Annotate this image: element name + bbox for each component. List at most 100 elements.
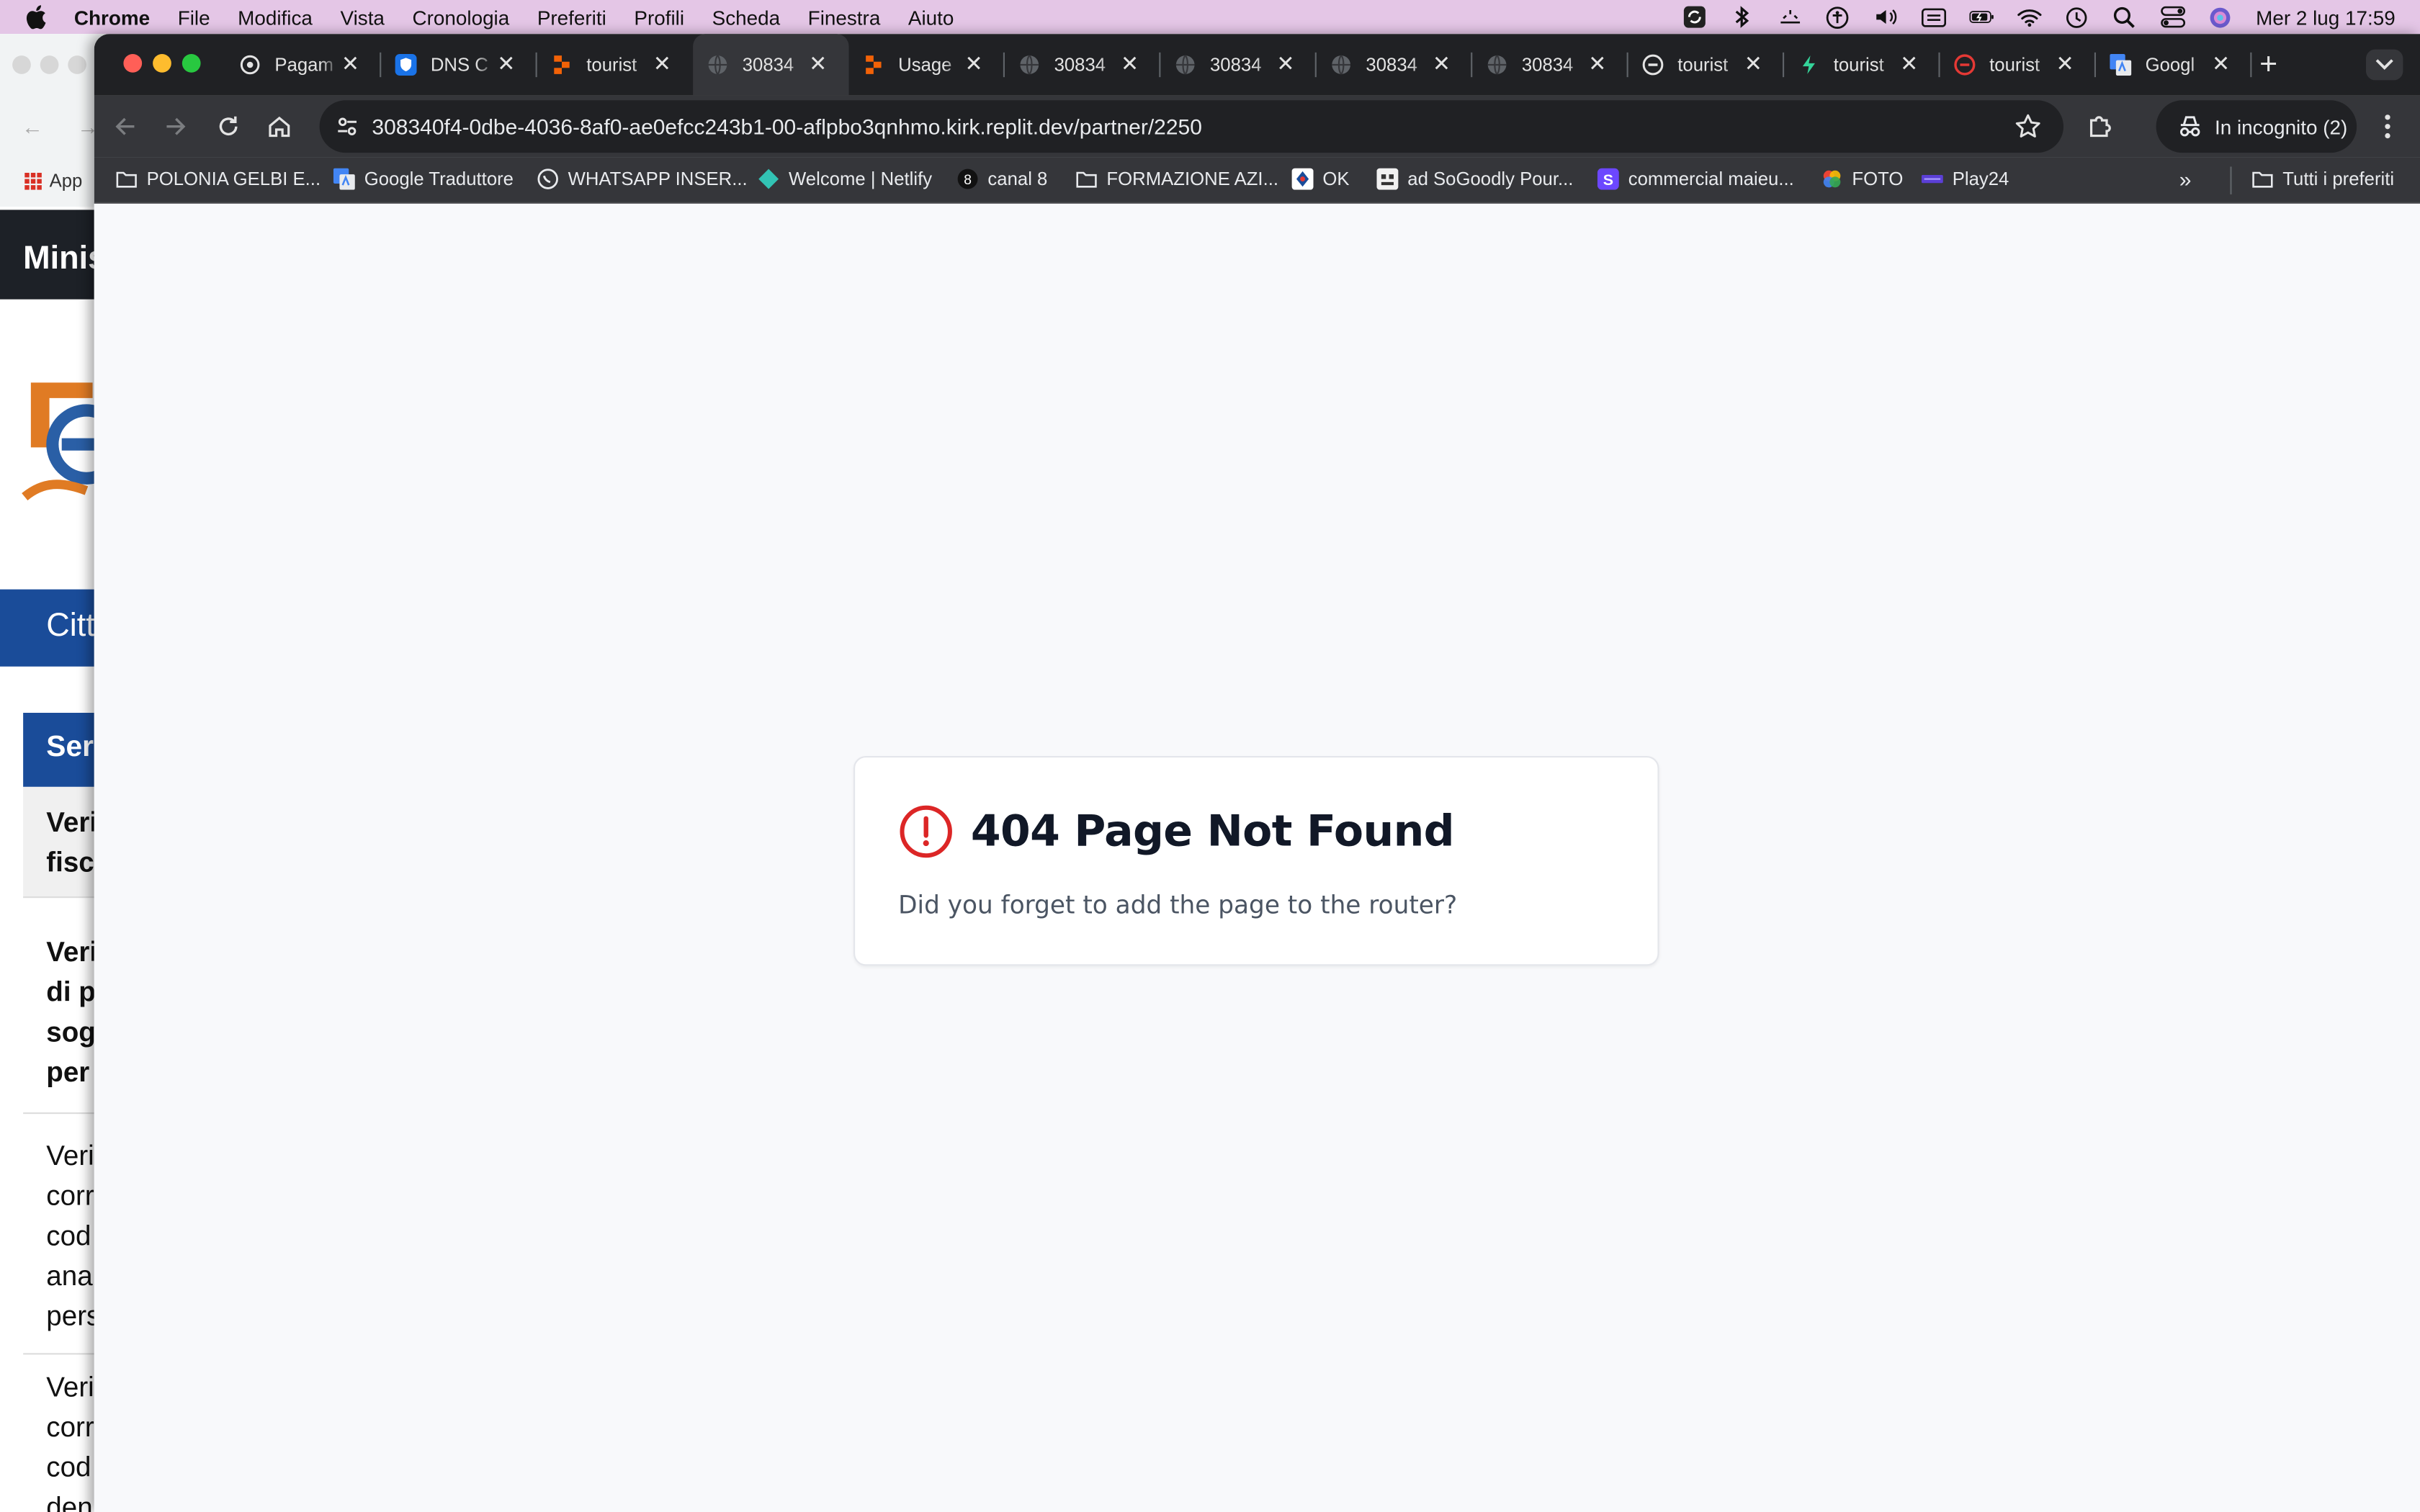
incognito-profile-button[interactable]: In incognito (2): [2156, 100, 2357, 153]
tab[interactable]: tourist ✕: [1784, 34, 1940, 96]
error-message: Did you forget to add the page to the ro…: [898, 890, 1458, 920]
menu-file[interactable]: File: [178, 6, 210, 29]
tab[interactable]: 30834 ✕: [1317, 34, 1473, 96]
close-tab-icon[interactable]: ✕: [1587, 53, 1608, 74]
close-tab-icon[interactable]: ✕: [807, 53, 829, 74]
close-tab-icon[interactable]: ✕: [339, 53, 361, 74]
url-text[interactable]: 308340f4-0dbe-4036-8af0-ae0efcc243b1-00-…: [372, 114, 1201, 139]
chrome-menu-button[interactable]: [2372, 111, 2403, 142]
address-bar[interactable]: 308340f4-0dbe-4036-8af0-ae0efcc243b1-00-…: [319, 100, 2064, 153]
tab[interactable]: Googl ✕: [2096, 34, 2252, 96]
minimize-window-button[interactable]: [153, 54, 171, 73]
reload-button[interactable]: [213, 111, 244, 142]
weather-icon[interactable]: [1778, 4, 1802, 29]
spotlight-search-icon[interactable]: [2112, 4, 2137, 29]
forward-button[interactable]: [161, 111, 192, 142]
close-tab-icon[interactable]: ✕: [496, 53, 517, 74]
menu-app-name[interactable]: Chrome: [74, 6, 150, 29]
bookmark-item[interactable]: 8 canal 8: [957, 168, 1048, 190]
control-center-icon[interactable]: [2160, 4, 2185, 29]
wifi-icon[interactable]: [2017, 4, 2041, 29]
menubar-clock[interactable]: Mer 2 lug 17:59: [2256, 6, 2396, 29]
page-content: 404 Page Not Found Did you forget to add…: [94, 203, 2420, 1512]
background-browser-window[interactable]: ← → App Minis Citt Ser Veri fisc Veri di …: [0, 34, 108, 1512]
close-tab-icon[interactable]: ✕: [651, 53, 673, 74]
back-button[interactable]: [109, 111, 140, 142]
siri-icon[interactable]: [2208, 4, 2233, 29]
tab-title: 30834: [1210, 54, 1262, 76]
home-button[interactable]: [264, 111, 295, 142]
bookmark-item[interactable]: OK: [1291, 168, 1350, 190]
volume-icon[interactable]: [1873, 4, 1898, 29]
bookmark-item[interactable]: Scommercial maieu...: [1597, 168, 1794, 190]
menu-preferiti[interactable]: Preferiti: [537, 6, 606, 29]
tab[interactable]: 30834 ✕: [1472, 34, 1628, 96]
bookmark-item[interactable]: FOTO: [1821, 168, 1903, 190]
tab[interactable]: DNS C ✕: [381, 34, 537, 96]
menu-modifica[interactable]: Modifica: [238, 6, 313, 29]
puzzle-icon: [2089, 116, 2111, 138]
close-tab-icon[interactable]: ✕: [1119, 53, 1141, 74]
site-info-icon[interactable]: [335, 114, 359, 139]
close-tab-icon[interactable]: ✕: [1742, 53, 1764, 74]
bolt-icon: [1798, 54, 1819, 76]
bookmark-item[interactable]: FORMAZIONE AZI...: [1076, 168, 1278, 190]
tab-search-button[interactable]: [2366, 49, 2403, 81]
apple-menu-icon[interactable]: [24, 4, 46, 30]
bookmark-star-icon[interactable]: [2014, 112, 2042, 140]
tab-active[interactable]: 30834 ✕: [693, 34, 849, 96]
sync-status-icon[interactable]: [1682, 4, 1706, 29]
bookmark-item[interactable]: WHATSAPP INSER...: [537, 168, 748, 190]
close-tab-icon[interactable]: ✕: [1899, 53, 1920, 74]
tab-title: tourist: [1677, 54, 1729, 76]
close-tab-icon[interactable]: ✕: [1430, 53, 1452, 74]
close-tab-icon[interactable]: ✕: [2210, 53, 2232, 74]
bookmark-item[interactable]: ad SoGoodly Pour...: [1376, 168, 1573, 190]
tab[interactable]: tourist ✕: [537, 34, 693, 96]
tab-title: Googl: [2145, 54, 2195, 76]
back-arrow-icon: [115, 117, 135, 135]
new-tab-button[interactable]: +: [2259, 50, 2277, 81]
menu-aiuto[interactable]: Aiuto: [908, 6, 954, 29]
tab[interactable]: Pagam ✕: [225, 34, 382, 96]
tab[interactable]: 30834 ✕: [1005, 34, 1161, 96]
bookmark-item[interactable]: Play24: [1921, 168, 2009, 190]
close-tab-icon[interactable]: ✕: [963, 53, 985, 74]
bookmark-item[interactable]: Welcome | Netlify: [758, 168, 932, 190]
fullscreen-window-button[interactable]: [182, 54, 201, 73]
background-apps-bookmark[interactable]: App: [24, 170, 82, 192]
keyboard-input-icon[interactable]: [1921, 4, 1946, 29]
all-bookmarks-label: Tutti i preferiti: [2282, 168, 2395, 190]
menu-scheda[interactable]: Scheda: [712, 6, 780, 29]
menu-finestra[interactable]: Finestra: [808, 6, 881, 29]
menu-vista[interactable]: Vista: [341, 6, 385, 29]
bluetooth-icon[interactable]: [1729, 4, 1754, 29]
background-site-header: Minis: [0, 210, 108, 300]
background-site-nav-bar[interactable]: Citt: [0, 589, 108, 667]
more-bookmarks-button[interactable]: »: [2179, 166, 2192, 191]
accessibility-icon[interactable]: [1825, 4, 1850, 29]
time-machine-icon[interactable]: [2064, 4, 2089, 29]
bookmark-item[interactable]: POLONIA GELBI E...: [116, 168, 321, 190]
close-tab-icon[interactable]: ✕: [2054, 53, 2076, 74]
macos-menu-bar: Chrome File Modifica Vista Cronologia Pr…: [0, 0, 2420, 35]
shield-icon: [395, 54, 417, 76]
bookmark-label: canal 8: [987, 168, 1048, 190]
battery-icon[interactable]: [1968, 4, 1994, 29]
incognito-label: In incognito (2): [2215, 114, 2348, 138]
tab[interactable]: Usage ✕: [849, 34, 1005, 96]
extensions-button[interactable]: [2085, 111, 2116, 142]
menu-profili[interactable]: Profili: [634, 6, 684, 29]
tab[interactable]: 30834 ✕: [1160, 34, 1317, 96]
tab[interactable]: tourist ✕: [1940, 34, 2096, 96]
close-window-button[interactable]: [123, 54, 143, 73]
bookmark-item[interactable]: Google Traduttore: [333, 168, 514, 190]
tab[interactable]: tourist ✕: [1628, 34, 1785, 96]
close-tab-icon[interactable]: ✕: [1275, 53, 1296, 74]
bookmark-label: Play24: [1952, 168, 2009, 190]
globe-icon: [1487, 54, 1508, 76]
tab-title: 30834: [1521, 54, 1574, 76]
tab-separator: [2250, 52, 2252, 78]
menu-cronologia[interactable]: Cronologia: [413, 6, 510, 29]
all-bookmarks-folder[interactable]: Tutti i preferiti: [2251, 168, 2394, 190]
